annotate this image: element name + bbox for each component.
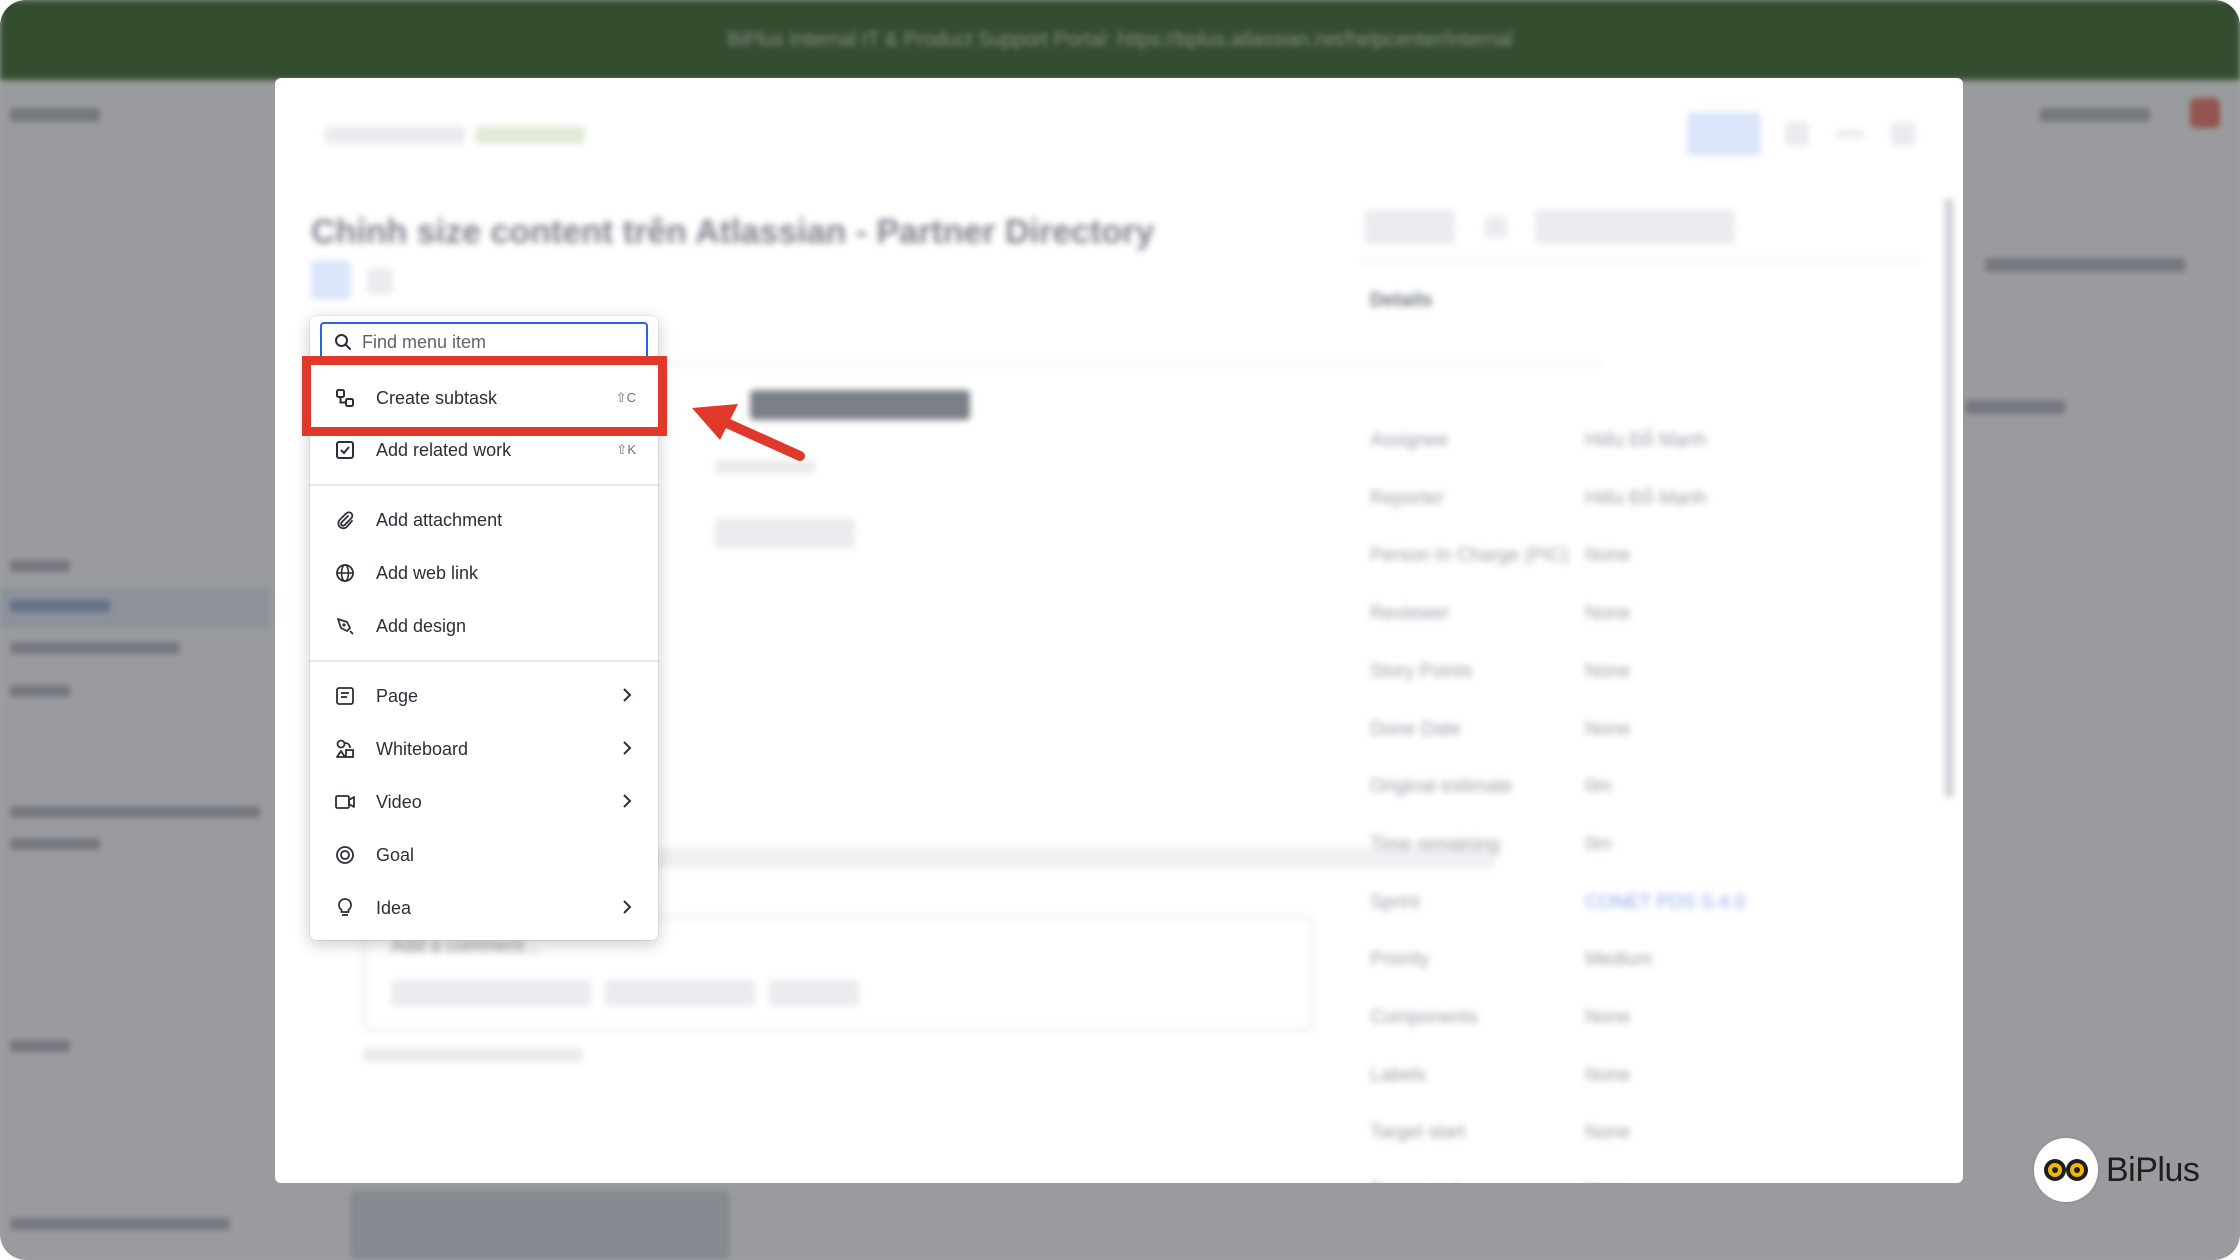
menu-item-label: Add attachment xyxy=(376,509,503,530)
whiteboard-icon xyxy=(334,738,356,760)
menu-item-label: Goal xyxy=(376,844,415,865)
menu-item-whiteboard[interactable]: Whiteboard xyxy=(310,725,658,773)
menu-item-label: Idea xyxy=(376,897,412,918)
screen: BiPlus Internal IT & Product Support Por… xyxy=(0,0,2240,1260)
lightning-icon[interactable] xyxy=(1485,216,1507,238)
menu-search-input[interactable] xyxy=(362,331,632,353)
menu-item-goal[interactable]: Goal xyxy=(310,831,658,879)
chevron-right-icon xyxy=(623,900,632,914)
menu-item-label: Video xyxy=(376,791,422,812)
scrollbar[interactable] xyxy=(1945,198,1953,798)
chevron-right-icon xyxy=(623,794,632,808)
page-icon xyxy=(334,685,356,707)
field-value[interactable]: None xyxy=(1585,661,1630,683)
close-icon[interactable] xyxy=(1891,122,1915,146)
search-icon xyxy=(335,334,351,350)
annotation-arrow xyxy=(692,404,805,461)
highlight-box xyxy=(302,356,667,436)
biplus-logo: BiPlus xyxy=(2034,1138,2200,1202)
add-button[interactable] xyxy=(311,260,351,300)
tip-text xyxy=(363,1048,583,1062)
field-value[interactable]: 0m xyxy=(1585,834,1611,856)
menu-divider xyxy=(310,484,658,486)
menu-item-add-web-link[interactable]: Add web link xyxy=(310,549,658,597)
field-value[interactable]: None xyxy=(1585,1065,1630,1087)
suggestion-chip[interactable] xyxy=(769,980,859,1006)
apps-icon[interactable] xyxy=(367,268,393,294)
field-value[interactable]: None xyxy=(1585,1007,1630,1029)
shortcut-hint: ⇧K xyxy=(616,442,636,457)
issue-title: Chỉnh size content trên Atlassian - Part… xyxy=(311,213,1155,251)
field-label: Components xyxy=(1370,1007,1478,1028)
pen-tool-icon xyxy=(334,615,356,637)
field-label: Person In Charge (PIC) xyxy=(1370,545,1569,566)
menu-item-label: Whiteboard xyxy=(376,738,469,759)
suggestion-chip[interactable] xyxy=(605,980,755,1006)
menu-item-add-attachment[interactable]: Add attachment xyxy=(310,496,658,544)
suggestion-chip[interactable] xyxy=(391,980,591,1006)
menu-item-page[interactable]: Page xyxy=(310,672,658,720)
field-value[interactable]: None xyxy=(1585,1122,1630,1144)
field-label: Target start xyxy=(1370,1122,1466,1143)
breadcrumb xyxy=(475,126,585,144)
field-value[interactable]: Hiếu Đỗ Mạnh xyxy=(1585,488,1706,510)
activity-tabs xyxy=(655,848,1495,868)
field-value[interactable]: None xyxy=(1585,545,1630,567)
field-label: Done Date xyxy=(1370,719,1461,740)
menu-item-label: Add related work xyxy=(376,439,512,460)
logo-text: BiPlus xyxy=(2106,1150,2200,1189)
menu-item-add-design[interactable]: Add design xyxy=(310,602,658,650)
details-header: Details xyxy=(1370,290,1433,311)
menu-item-label: Page xyxy=(376,685,419,706)
checkbox-icon xyxy=(334,439,356,461)
field-value[interactable]: None xyxy=(1585,1180,1630,1183)
field-value[interactable]: CONET PDS S.4.0 xyxy=(1585,892,1745,914)
field-label: Priority xyxy=(1370,949,1430,970)
field-label: Time remaining xyxy=(1370,834,1501,855)
more-icon[interactable] xyxy=(1835,130,1865,138)
field-value[interactable]: Hiếu Đỗ Mạnh xyxy=(1585,430,1706,452)
video-icon xyxy=(334,791,356,813)
breadcrumb xyxy=(325,126,465,144)
field-label: Target end xyxy=(1370,1180,1460,1183)
field-label: Reviewer xyxy=(1370,603,1450,624)
field-label: Reporter xyxy=(1370,488,1444,509)
divider xyxy=(1360,260,1920,262)
status-dropdown[interactable] xyxy=(1365,210,1455,244)
chevron-right-icon xyxy=(623,688,632,702)
goal-icon xyxy=(334,844,356,866)
menu-item-label: Add design xyxy=(376,615,467,636)
menu-item-video[interactable]: Video xyxy=(310,778,658,826)
watch-button[interactable] xyxy=(1687,112,1761,156)
field-label: Sprint xyxy=(1370,892,1420,913)
globe-icon xyxy=(334,562,356,584)
field-value[interactable]: Medium xyxy=(1585,949,1653,971)
paperclip-icon xyxy=(334,509,356,531)
field-value[interactable]: 0m xyxy=(1585,776,1611,798)
menu-item-idea[interactable]: Idea xyxy=(310,884,658,932)
lightbulb-icon xyxy=(334,897,356,919)
field-label: Labels xyxy=(1370,1065,1426,1086)
menu-item-label: Add web link xyxy=(376,562,479,583)
menu-divider xyxy=(310,660,658,662)
chevron-right-icon xyxy=(623,741,632,755)
field-label: Original estimate xyxy=(1370,776,1513,797)
share-icon[interactable] xyxy=(1785,122,1809,146)
date-chip xyxy=(715,518,855,548)
field-label: Assignee xyxy=(1370,430,1449,451)
field-label: Story Points xyxy=(1370,661,1473,682)
field-value[interactable]: None xyxy=(1585,719,1630,741)
field-value[interactable]: None xyxy=(1585,603,1630,625)
owl-logo-icon xyxy=(2034,1138,2098,1202)
improve-button[interactable] xyxy=(1535,210,1735,244)
